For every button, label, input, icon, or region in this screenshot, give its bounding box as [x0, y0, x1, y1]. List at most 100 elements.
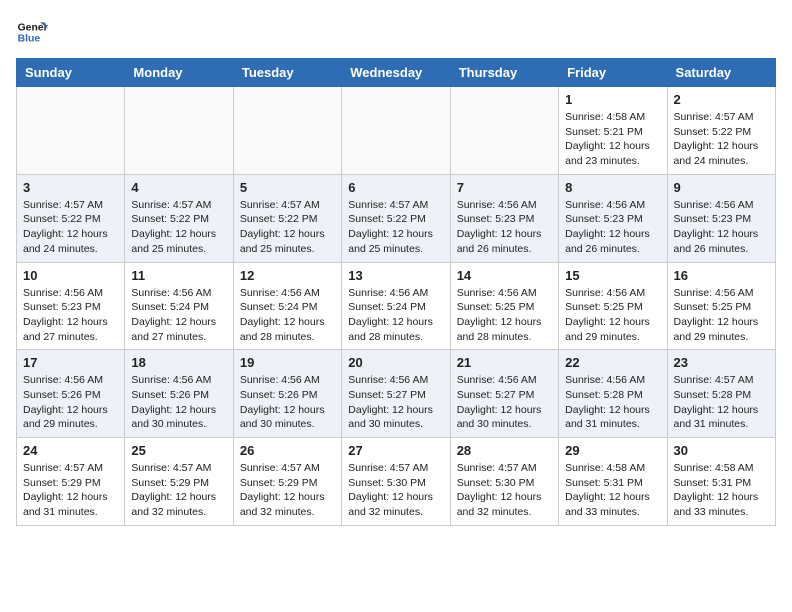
calendar-cell: 1Sunrise: 4:58 AM Sunset: 5:21 PM Daylig…	[559, 87, 667, 175]
day-number: 30	[674, 443, 769, 458]
logo: General Blue	[16, 16, 52, 48]
calendar-cell	[342, 87, 450, 175]
calendar-cell: 8 Sunrise: 4:56 AM Sunset: 5:23 PM Daylig…	[559, 174, 667, 262]
day-info: Sunrise: 4:56 AM Sunset: 5:25 PM Dayligh…	[674, 286, 769, 345]
day-info: Sunrise: 4:56 AM Sunset: 5:23 PM Dayligh…	[565, 198, 660, 257]
calendar-week-row: 3 Sunrise: 4:57 AM Sunset: 5:22 PM Daylig…	[17, 174, 776, 262]
day-info: Sunrise: 4:56 AM Sunset: 5:27 PM Dayligh…	[348, 373, 443, 432]
day-number: 4	[131, 180, 226, 195]
day-info: Sunrise: 4:57 AM Sunset: 5:28 PM Dayligh…	[674, 373, 769, 432]
calendar-week-row: 17 Sunrise: 4:56 AM Sunset: 5:26 PM Dayli…	[17, 350, 776, 438]
calendar-cell: 12 Sunrise: 4:56 AM Sunset: 5:24 PM Dayli…	[233, 262, 341, 350]
day-info: Sunrise: 4:56 AM Sunset: 5:26 PM Dayligh…	[240, 373, 335, 432]
calendar-cell: 18Sunrise: 4:56 AM Sunset: 5:26 PM Dayli…	[125, 350, 233, 438]
calendar-cell: 22Sunrise: 4:56 AM Sunset: 5:28 PM Dayli…	[559, 350, 667, 438]
calendar-cell	[233, 87, 341, 175]
svg-text:Blue: Blue	[18, 34, 41, 45]
day-number: 29	[565, 443, 660, 458]
day-number: 24	[23, 443, 118, 458]
day-number: 12	[240, 268, 335, 283]
day-number: 27	[348, 443, 443, 458]
col-header-monday: Monday	[125, 59, 233, 87]
day-info: Sunrise: 4:57 AM Sunset: 5:22 PM Dayligh…	[131, 198, 226, 257]
day-number: 6	[348, 180, 443, 195]
calendar-cell	[17, 87, 125, 175]
calendar-cell: 3Sunrise: 4:57 AM Sunset: 5:22 PM Daylig…	[17, 174, 125, 262]
day-info: Sunrise: 4:56 AM Sunset: 5:23 PM Dayligh…	[674, 198, 769, 257]
day-info: Sunrise: 4:57 AM Sunset: 5:29 PM Dayligh…	[131, 461, 226, 520]
day-info: Sunrise: 4:56 AM Sunset: 5:27 PM Dayligh…	[457, 373, 552, 432]
calendar-cell: 6 Sunrise: 4:57 AM Sunset: 5:22 PM Daylig…	[342, 174, 450, 262]
day-info: Sunrise: 4:56 AM Sunset: 5:24 PM Dayligh…	[131, 286, 226, 345]
day-number: 10	[23, 268, 118, 283]
day-number: 11	[131, 268, 226, 283]
day-info: Sunrise: 4:56 AM Sunset: 5:26 PM Dayligh…	[131, 373, 226, 432]
day-info: Sunrise: 4:57 AM Sunset: 5:30 PM Dayligh…	[457, 461, 552, 520]
day-number: 26	[240, 443, 335, 458]
day-info: Sunrise: 4:57 AM Sunset: 5:22 PM Dayligh…	[240, 198, 335, 257]
day-number: 19	[240, 355, 335, 370]
calendar-cell: 23 Sunrise: 4:57 AM Sunset: 5:28 PM Dayli…	[667, 350, 775, 438]
day-info: Sunrise: 4:58 AM Sunset: 5:31 PM Dayligh…	[674, 461, 769, 520]
day-number: 25	[131, 443, 226, 458]
day-number: 21	[457, 355, 552, 370]
calendar-cell: 2Sunrise: 4:57 AM Sunset: 5:22 PM Daylig…	[667, 87, 775, 175]
calendar-table: SundayMondayTuesdayWednesdayThursdayFrid…	[16, 58, 776, 526]
day-info: Sunrise: 4:57 AM Sunset: 5:22 PM Dayligh…	[348, 198, 443, 257]
day-info: Sunrise: 4:56 AM Sunset: 5:25 PM Dayligh…	[457, 286, 552, 345]
day-number: 14	[457, 268, 552, 283]
calendar-cell: 19 Sunrise: 4:56 AM Sunset: 5:26 PM Dayli…	[233, 350, 341, 438]
col-header-wednesday: Wednesday	[342, 59, 450, 87]
day-info: Sunrise: 4:56 AM Sunset: 5:24 PM Dayligh…	[240, 286, 335, 345]
day-number: 22	[565, 355, 660, 370]
day-info: Sunrise: 4:57 AM Sunset: 5:30 PM Dayligh…	[348, 461, 443, 520]
calendar-cell	[450, 87, 558, 175]
col-header-friday: Friday	[559, 59, 667, 87]
logo-icon: General Blue	[16, 16, 48, 48]
calendar-cell: 21 Sunrise: 4:56 AM Sunset: 5:27 PM Dayli…	[450, 350, 558, 438]
calendar-cell: 24 Sunrise: 4:57 AM Sunset: 5:29 PM Dayli…	[17, 438, 125, 526]
calendar-cell: 27 Sunrise: 4:57 AM Sunset: 5:30 PM Dayli…	[342, 438, 450, 526]
calendar-cell: 14 Sunrise: 4:56 AM Sunset: 5:25 PM Dayli…	[450, 262, 558, 350]
day-info: Sunrise: 4:56 AM Sunset: 5:23 PM Dayligh…	[23, 286, 118, 345]
calendar-week-row: 1Sunrise: 4:58 AM Sunset: 5:21 PM Daylig…	[17, 87, 776, 175]
day-info: Sunrise: 4:56 AM Sunset: 5:24 PM Dayligh…	[348, 286, 443, 345]
day-number: 28	[457, 443, 552, 458]
calendar-cell: 26Sunrise: 4:57 AM Sunset: 5:29 PM Dayli…	[233, 438, 341, 526]
calendar-week-row: 24 Sunrise: 4:57 AM Sunset: 5:29 PM Dayli…	[17, 438, 776, 526]
calendar-cell: 25 Sunrise: 4:57 AM Sunset: 5:29 PM Dayli…	[125, 438, 233, 526]
calendar-header-row: SundayMondayTuesdayWednesdayThursdayFrid…	[17, 59, 776, 87]
col-header-tuesday: Tuesday	[233, 59, 341, 87]
day-number: 3	[23, 180, 118, 195]
day-info: Sunrise: 4:56 AM Sunset: 5:25 PM Dayligh…	[565, 286, 660, 345]
day-info: Sunrise: 4:57 AM Sunset: 5:29 PM Dayligh…	[23, 461, 118, 520]
day-info: Sunrise: 4:58 AM Sunset: 5:31 PM Dayligh…	[565, 461, 660, 520]
col-header-thursday: Thursday	[450, 59, 558, 87]
calendar-cell: 7Sunrise: 4:56 AM Sunset: 5:23 PM Daylig…	[450, 174, 558, 262]
calendar-week-row: 10 Sunrise: 4:56 AM Sunset: 5:23 PM Dayli…	[17, 262, 776, 350]
calendar-cell: 15 Sunrise: 4:56 AM Sunset: 5:25 PM Dayli…	[559, 262, 667, 350]
day-number: 15	[565, 268, 660, 283]
day-number: 9	[674, 180, 769, 195]
calendar-cell: 28 Sunrise: 4:57 AM Sunset: 5:30 PM Dayli…	[450, 438, 558, 526]
col-header-saturday: Saturday	[667, 59, 775, 87]
col-header-sunday: Sunday	[17, 59, 125, 87]
day-number: 16	[674, 268, 769, 283]
page-header: General Blue	[16, 16, 776, 48]
calendar-cell: 17 Sunrise: 4:56 AM Sunset: 5:26 PM Dayli…	[17, 350, 125, 438]
calendar-cell: 4 Sunrise: 4:57 AM Sunset: 5:22 PM Daylig…	[125, 174, 233, 262]
day-number: 20	[348, 355, 443, 370]
day-number: 8	[565, 180, 660, 195]
calendar-cell: 9 Sunrise: 4:56 AM Sunset: 5:23 PM Daylig…	[667, 174, 775, 262]
calendar-cell: 11 Sunrise: 4:56 AM Sunset: 5:24 PM Dayli…	[125, 262, 233, 350]
day-info: Sunrise: 4:56 AM Sunset: 5:26 PM Dayligh…	[23, 373, 118, 432]
day-info: Sunrise: 4:57 AM Sunset: 5:22 PM Dayligh…	[674, 110, 769, 169]
day-number: 5	[240, 180, 335, 195]
day-number: 23	[674, 355, 769, 370]
calendar-cell: 16 Sunrise: 4:56 AM Sunset: 5:25 PM Dayli…	[667, 262, 775, 350]
day-number: 17	[23, 355, 118, 370]
calendar-cell: 29 Sunrise: 4:58 AM Sunset: 5:31 PM Dayli…	[559, 438, 667, 526]
calendar-cell: 30 Sunrise: 4:58 AM Sunset: 5:31 PM Dayli…	[667, 438, 775, 526]
calendar-cell: 13Sunrise: 4:56 AM Sunset: 5:24 PM Dayli…	[342, 262, 450, 350]
calendar-cell: 20 Sunrise: 4:56 AM Sunset: 5:27 PM Dayli…	[342, 350, 450, 438]
